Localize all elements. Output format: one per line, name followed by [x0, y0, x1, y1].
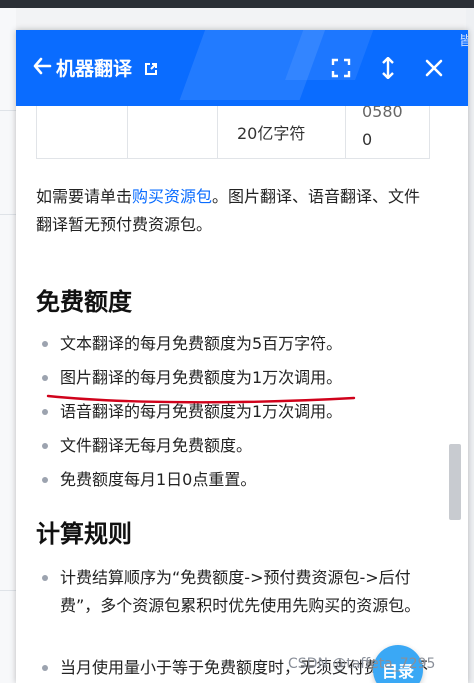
- table-column-divider: [127, 106, 128, 158]
- panel-title: 机器翻译: [56, 58, 133, 80]
- table-cell: 0580: [362, 106, 403, 121]
- bullet: [42, 575, 48, 581]
- table-cell: 0: [362, 130, 373, 149]
- resize-button[interactable]: [373, 53, 403, 83]
- background-divider: [0, 110, 16, 111]
- fullscreen-button[interactable]: [326, 53, 356, 83]
- section-heading-billing-rules: 计算规则: [36, 520, 132, 548]
- header-corner-text: 皆: [458, 34, 468, 49]
- vertical-resize-icon: [382, 57, 394, 79]
- scrollbar-thumb[interactable]: [449, 444, 461, 520]
- list-item: 计费结算顺序为“免费额度->预付费资源包->后付费”，多个资源包累积时优先使用先…: [42, 564, 432, 620]
- background-divider: [0, 214, 16, 215]
- close-icon: [425, 59, 443, 77]
- fullscreen-icon: [331, 58, 351, 78]
- list-item: 语音翻译的每月免费额度为1万次调用。: [42, 398, 432, 426]
- list-item: 图片翻译的每月免费额度为1万次调用。: [42, 364, 432, 392]
- bullet: [42, 665, 48, 671]
- close-button[interactable]: [419, 53, 449, 83]
- bullet: [42, 341, 48, 347]
- bullet: [42, 477, 48, 483]
- list-item: 文件翻译无每月免费额度。: [42, 432, 432, 460]
- panel-header: 皆 机器翻译: [16, 30, 468, 106]
- table-column-divider: [217, 106, 218, 158]
- back-button[interactable]: [32, 56, 52, 81]
- table-cell: 20亿字符: [237, 124, 306, 143]
- bullet: [42, 409, 48, 415]
- external-link-icon: [145, 63, 157, 75]
- top-dark-bar: [0, 0, 474, 8]
- pricing-table: 20亿字符 0580 0: [36, 106, 430, 159]
- resource-package-note: 如需要请单击购买资源包。图片翻译、语音翻译、文件翻译暂无预付费资源包。: [36, 187, 421, 234]
- table-column-divider: [345, 106, 346, 158]
- bullet: [42, 375, 48, 381]
- external-link-button[interactable]: [144, 61, 158, 75]
- panel-content: 20亿字符 0580 0 如需要请单击购买资源包。图片翻译、语音翻译、文件翻译暂…: [16, 106, 468, 683]
- buy-resource-package-link[interactable]: 购买资源包: [132, 187, 212, 206]
- list-item: 文本翻译的每月免费额度为5百万字符。: [42, 330, 432, 358]
- watermark: CSDN @taffeta_7295: [288, 656, 436, 672]
- arrow-left-icon: [33, 57, 52, 75]
- section-heading-free-quota: 免费额度: [36, 288, 132, 316]
- background-divider: [0, 590, 16, 591]
- translation-side-panel: 皆 机器翻译 20亿字符 0580 0 如需要请单击购买资源包。图片翻译、语音翻…: [16, 30, 468, 683]
- bullet: [42, 443, 48, 449]
- list-item: 免费额度每月1日0点重置。: [42, 466, 432, 494]
